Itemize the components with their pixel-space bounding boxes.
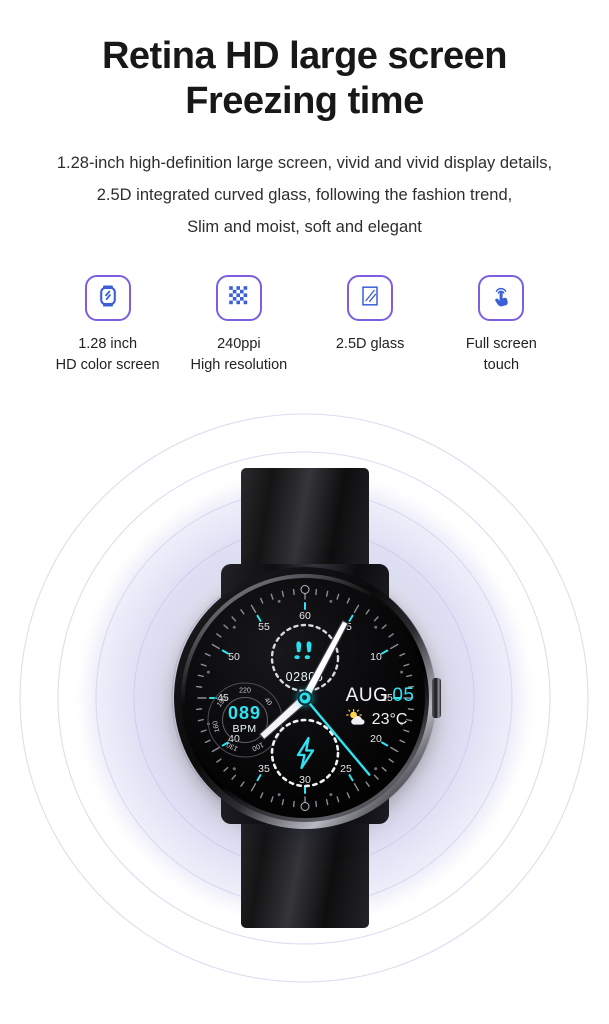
feature-icon-box (478, 275, 525, 322)
watch-bezel: 600510152025303540455055 (180, 573, 429, 822)
feature-label: 240ppi High resolution (190, 336, 288, 374)
feature-label: 2.5D glass (335, 336, 405, 353)
feature-icon-box (215, 275, 262, 322)
product-hero: 600510152025303540455055 (0, 398, 609, 998)
page-title-line-1: Retina HD large screen (101, 35, 508, 77)
watch-screen[interactable]: 600510152025303540455055 (184, 577, 425, 818)
feature-item-resolution: 240ppi High resolution (173, 275, 304, 375)
glass-pane-icon (357, 283, 383, 314)
feature-label: 1.28 inch HD color screen (55, 336, 160, 374)
description-line-2: 2.5D integrated curved glass, following … (96, 186, 513, 205)
watch-case: 600510152025303540455055 (173, 566, 441, 829)
page-description: 1.28-inch high-definition large screen, … (0, 148, 609, 243)
pixel-grid-icon (226, 283, 252, 314)
smartwatch-icon (95, 283, 121, 314)
page-header: Retina HD large screen Freezing time 1.2… (0, 0, 609, 243)
page-title-line-2: Freezing time (185, 80, 424, 123)
feature-item-screen-size: 1.28 inch HD color screen (42, 275, 173, 375)
feature-list: 1.28 inch HD color screen 240ppi High re… (0, 275, 609, 375)
feature-item-glass: 2.5D glass (305, 275, 436, 355)
feature-icon-box (347, 275, 394, 322)
touch-hand-icon (488, 283, 514, 314)
hands-hub (297, 690, 312, 706)
feature-icon-box (84, 275, 131, 322)
description-line-1: 1.28-inch high-definition large screen, … (56, 154, 553, 173)
smartwatch-product-image: 600510152025303540455055 (155, 467, 455, 928)
feature-item-touch: Full screen touch (436, 275, 567, 375)
description-line-3: Slim and moist, soft and elegant (187, 217, 422, 236)
side-crown-button[interactable] (431, 677, 441, 718)
feature-label: Full screen touch (465, 336, 537, 374)
